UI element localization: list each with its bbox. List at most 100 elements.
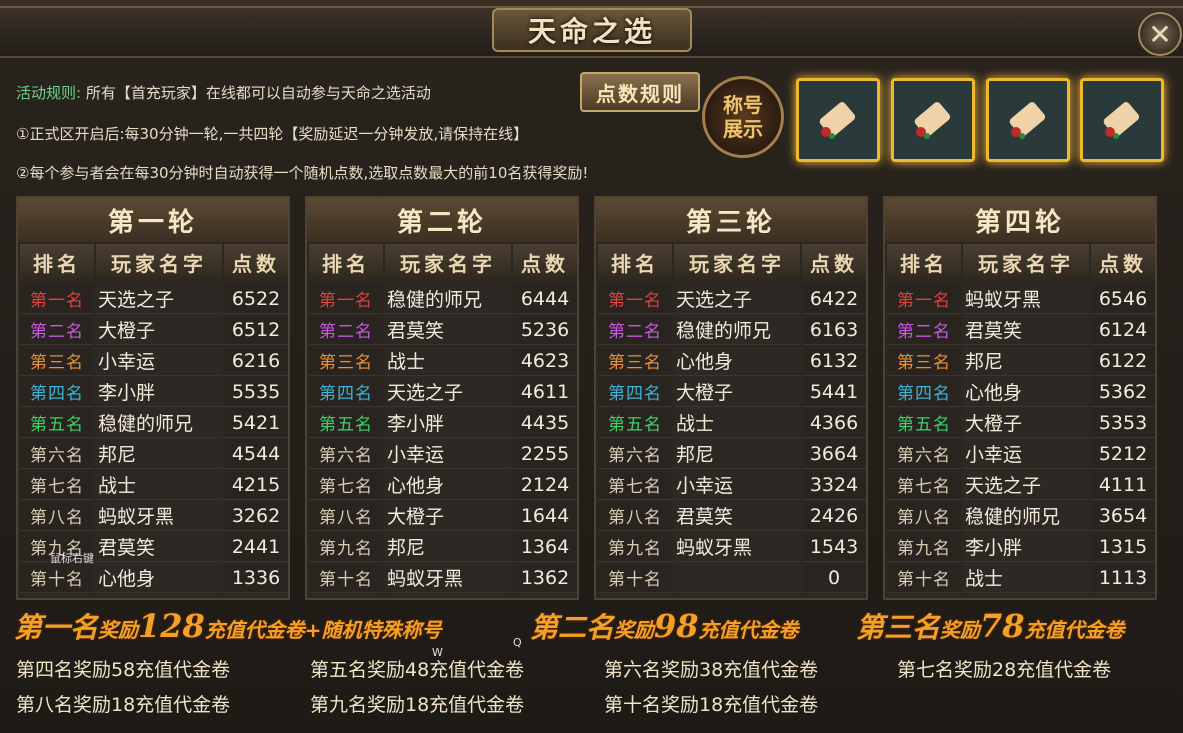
table-row: 第五名 稳健的师兄 5421 [18, 408, 288, 439]
points-cell: 1364 [513, 532, 577, 562]
table-row: 第七名 心他身 2124 [307, 470, 577, 501]
round-panel: 第二轮 排名 玩家名字 点数 第一名 稳健的师兄 6444 第二名 君莫笑 5236 第三名 战士 46… [305, 196, 579, 600]
col-points: 点数 [224, 244, 288, 280]
col-points: 点数 [1091, 244, 1155, 280]
table-row: 第九名 李小胖 1315 [885, 532, 1155, 563]
round-panel: 第四轮 排名 玩家名字 点数 第一名 蚂蚁牙黑 6546 第二名 君莫笑 6124 第三名 邦尼 612… [883, 196, 1157, 600]
points-rule-button[interactable]: 点数规则 [580, 72, 700, 112]
reward-third-rank: 第三名 [856, 611, 941, 644]
rank-cell: 第四名 [598, 377, 672, 407]
title-show-button[interactable]: 称号展示 [702, 76, 784, 158]
rank-cell: 第三名 [309, 346, 383, 376]
points-cell: 4366 [802, 408, 866, 438]
player-name: 战士 [385, 346, 511, 376]
player-name: 心他身 [963, 377, 1089, 407]
table-row: 第二名 君莫笑 5236 [307, 315, 577, 346]
reward-slot[interactable] [796, 78, 880, 162]
table-row: 第八名 君莫笑 2426 [596, 501, 866, 532]
table-row: 第七名 小幸运 3324 [596, 470, 866, 501]
points-cell: 4544 [224, 439, 288, 469]
table-row: 第四名 李小胖 5535 [18, 377, 288, 408]
rank-cell: 第五名 [598, 408, 672, 438]
rank-cell: 第十名 [20, 563, 94, 593]
col-name: 玩家名字 [385, 244, 511, 280]
rank-cell: 第五名 [309, 408, 383, 438]
rank-cell: 第六名 [598, 439, 672, 469]
reward-slot[interactable] [1080, 78, 1164, 162]
table-row: 第九名 邦尼 1364 [307, 532, 577, 563]
player-name: 心他身 [96, 563, 222, 593]
rules-text-1: 所有【首充玩家】在线都可以自动参与天命之选活动 [85, 84, 431, 102]
reward-third-word: 奖励 [940, 618, 981, 642]
player-name: 蚂蚁牙黑 [96, 501, 222, 531]
reward-first-rank: 第一名 [14, 611, 99, 644]
scroll-icon [819, 102, 856, 139]
table-row: 第二名 稳健的师兄 6163 [596, 315, 866, 346]
reward-slot[interactable] [891, 78, 975, 162]
player-name: 君莫笑 [385, 315, 511, 345]
table-row: 第四名 天选之子 4611 [307, 377, 577, 408]
table-row: 第三名 小幸运 6216 [18, 346, 288, 377]
table-row: 第二名 大橙子 6512 [18, 315, 288, 346]
points-cell: 4623 [513, 346, 577, 376]
table-row: 第三名 邦尼 6122 [885, 346, 1155, 377]
points-cell: 5535 [224, 377, 288, 407]
points-cell: 5236 [513, 315, 577, 345]
col-rank: 排名 [887, 244, 961, 280]
reward-ninth: 第九名奖励18充值代金卷 [310, 694, 525, 716]
rank-cell: 第二名 [598, 315, 672, 345]
table-row: 第五名 战士 4366 [596, 408, 866, 439]
reward-second-text: 充值代金卷 [698, 618, 799, 642]
rank-cell: 第五名 [20, 408, 94, 438]
rank-cell: 第四名 [20, 377, 94, 407]
rules-line-2: ①正式区开启后:每30分钟一轮,一共四轮【奖励延迟一分钟发放,请保持在线】 [16, 125, 529, 143]
rank-cell: 第四名 [309, 377, 383, 407]
round-title: 第三轮 [596, 198, 866, 242]
points-cell: 1362 [513, 563, 577, 593]
player-name: 蚂蚁牙黑 [385, 563, 511, 593]
player-name: 小幸运 [96, 346, 222, 376]
table-row: 第六名 小幸运 2255 [307, 439, 577, 470]
reward-slot[interactable] [986, 78, 1070, 162]
col-points: 点数 [513, 244, 577, 280]
points-cell: 2124 [513, 470, 577, 500]
player-name: 君莫笑 [96, 532, 222, 562]
rank-cell: 第十名 [598, 563, 672, 593]
player-name: 邦尼 [96, 439, 222, 469]
rank-cell: 第八名 [598, 501, 672, 531]
rank-cell: 第一名 [20, 284, 94, 314]
rank-cell: 第六名 [887, 439, 961, 469]
points-cell: 4215 [224, 470, 288, 500]
player-name: 稳健的师兄 [963, 501, 1089, 531]
col-rank: 排名 [309, 244, 383, 280]
close-button[interactable]: ✕ [1138, 12, 1182, 56]
round-title: 第一轮 [18, 198, 288, 242]
rank-cell: 第七名 [887, 470, 961, 500]
points-cell: 4611 [513, 377, 577, 407]
points-cell: 5421 [224, 408, 288, 438]
player-name: 战士 [674, 408, 800, 438]
table-row: 第六名 小幸运 5212 [885, 439, 1155, 470]
points-cell: 5353 [1091, 408, 1155, 438]
rank-cell: 第五名 [887, 408, 961, 438]
reward-first-num: 128 [138, 607, 205, 645]
rank-cell: 第八名 [20, 501, 94, 531]
points-cell: 6422 [802, 284, 866, 314]
table-row: 第七名 天选之子 4111 [885, 470, 1155, 501]
scroll-icon [914, 102, 951, 139]
player-name: 邦尼 [963, 346, 1089, 376]
points-cell: 6163 [802, 315, 866, 345]
rank-cell: 第七名 [309, 470, 383, 500]
window-title: 天命之选 [527, 15, 656, 48]
round-title: 第四轮 [885, 198, 1155, 242]
table-row: 第八名 大橙子 1644 [307, 501, 577, 532]
player-name: 邦尼 [674, 439, 800, 469]
table-row: 第四名 大橙子 5441 [596, 377, 866, 408]
table-row: 第十名 战士 1113 [885, 563, 1155, 594]
points-cell: 1336 [224, 563, 288, 593]
table-row: 第一名 天选之子 6522 [18, 284, 288, 315]
rank-cell: 第二名 [309, 315, 383, 345]
points-cell: 1113 [1091, 563, 1155, 593]
points-cell: 5441 [802, 377, 866, 407]
reward-third-text: 充值代金卷 [1024, 618, 1125, 642]
